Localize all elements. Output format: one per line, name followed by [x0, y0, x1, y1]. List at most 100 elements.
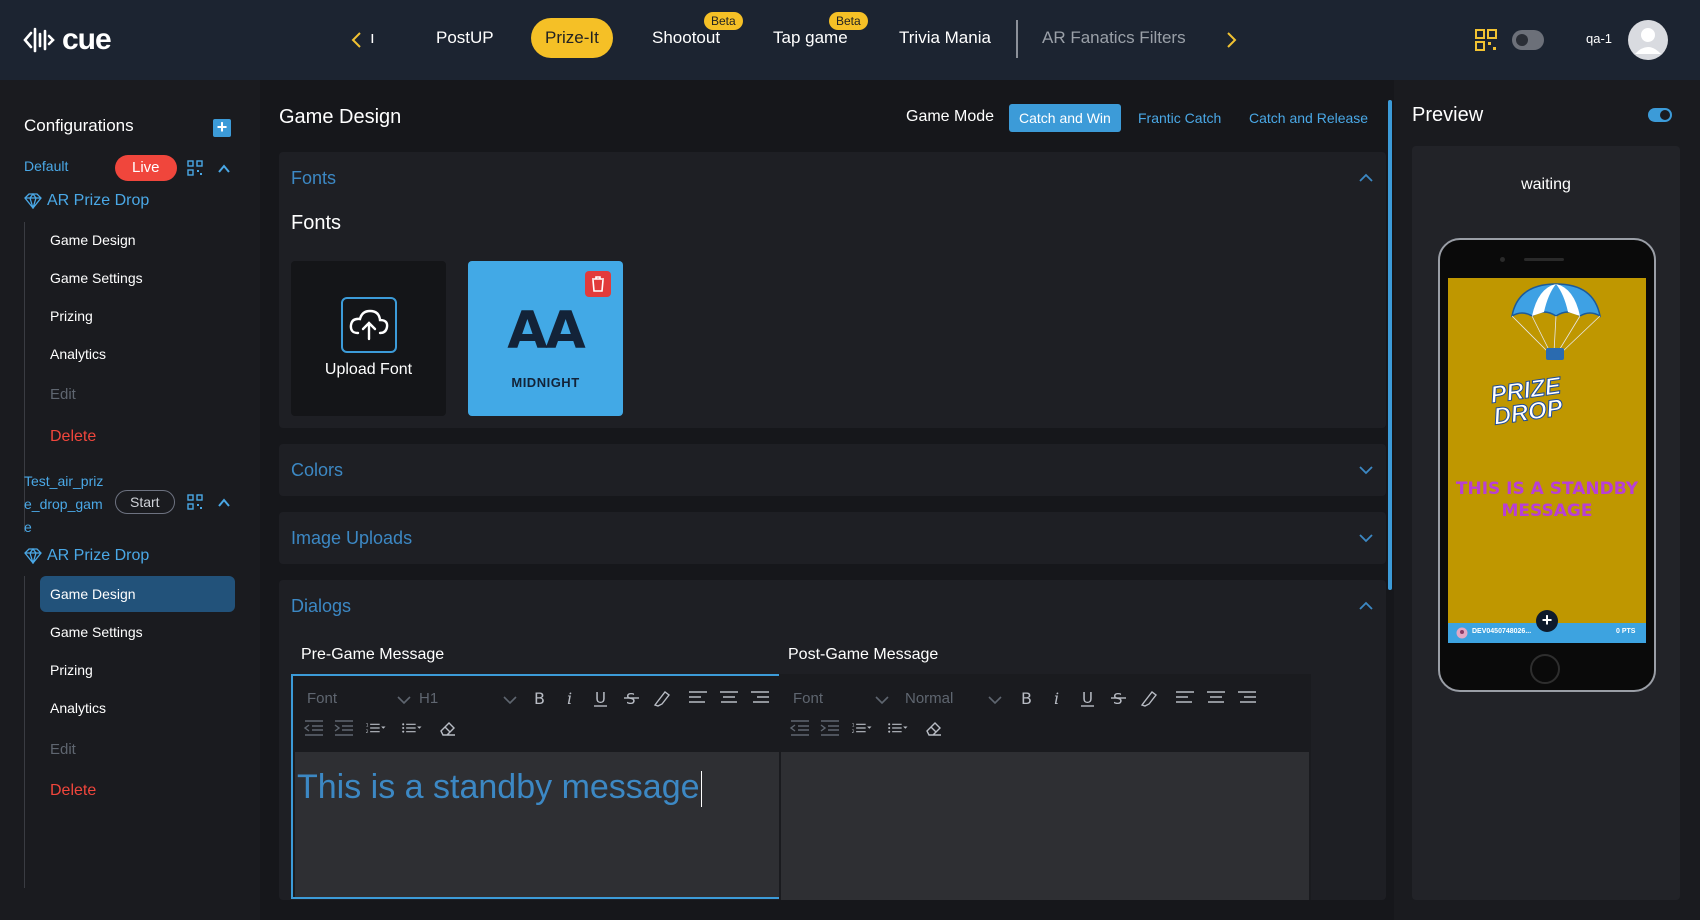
font-select[interactable]: Font — [793, 690, 823, 707]
bullet-list-icon[interactable] — [887, 718, 909, 738]
bold-icon[interactable]: B — [1015, 688, 1037, 708]
bold-icon[interactable]: B — [528, 688, 550, 708]
indent-icon[interactable] — [333, 718, 355, 738]
theme-toggle[interactable] — [1512, 30, 1544, 50]
chevron-up-icon[interactable] — [217, 162, 231, 176]
nav-item-prize-it[interactable]: Prize-It — [531, 18, 613, 58]
chevron-up-icon[interactable] — [1358, 170, 1374, 186]
outdent-icon[interactable] — [303, 718, 325, 738]
align-center-icon[interactable] — [1205, 688, 1227, 708]
align-right-icon[interactable] — [749, 688, 771, 708]
sidebar-item-game-design[interactable]: Game Design — [40, 222, 235, 258]
pre-game-message-body[interactable]: This is a standby message — [295, 752, 819, 897]
cue-logo[interactable]: cue — [22, 22, 112, 58]
sidebar-item-analytics[interactable]: Analytics — [40, 690, 235, 726]
qr-code-icon[interactable] — [187, 160, 203, 176]
chevron-down-icon[interactable] — [1358, 462, 1374, 478]
post-game-message-body[interactable] — [781, 752, 1309, 900]
qr-code-icon[interactable] — [1474, 28, 1498, 52]
chevron-down-icon[interactable] — [499, 690, 521, 710]
nav-item-postup[interactable]: PostUP — [422, 18, 508, 58]
nav-item-label: Tap game — [773, 28, 848, 47]
sidebar-item-game-settings[interactable]: Game Settings — [40, 614, 235, 650]
game-mode-catch-and-win[interactable]: Catch and Win — [1009, 104, 1121, 132]
configurations-title: Configurations — [24, 116, 134, 135]
nav-item-ar-fanatics-filters[interactable]: AR Fanatics Filters — [1028, 18, 1200, 58]
sidebar-item-analytics[interactable]: Analytics — [40, 336, 235, 372]
config-name-line: e — [24, 519, 32, 535]
status-badge-live[interactable]: Live — [115, 155, 177, 181]
sidebar-item-edit[interactable]: Edit — [40, 732, 235, 768]
pre-game-message-editor[interactable]: Font H1 B i U S 12 This is a standby mes… — [291, 674, 823, 899]
align-center-icon[interactable] — [718, 688, 740, 708]
italic-icon[interactable]: i — [1046, 688, 1068, 708]
strikethrough-icon[interactable]: S — [621, 688, 643, 708]
nav-next-button[interactable] — [1218, 26, 1246, 54]
italic-icon[interactable]: i — [559, 688, 581, 708]
fonts-panel-title[interactable]: Fonts — [291, 168, 336, 189]
strikethrough-icon[interactable]: S — [1108, 688, 1130, 708]
nav-item-partial[interactable]: ı — [364, 18, 381, 58]
image-uploads-panel[interactable]: Image Uploads — [279, 512, 1386, 564]
underline-icon[interactable]: U — [590, 688, 612, 708]
font-name: MIDNIGHT — [511, 375, 580, 390]
svg-text:2: 2 — [852, 729, 855, 735]
sidebar-item-game-design[interactable]: Game Design — [40, 576, 235, 612]
align-left-icon[interactable] — [687, 688, 709, 708]
main-scrollbar[interactable] — [1388, 100, 1392, 590]
chevron-down-icon[interactable] — [871, 690, 893, 710]
chevron-down-icon[interactable] — [1358, 530, 1374, 546]
nav-item-tap-game[interactable]: Tap game Beta — [759, 12, 868, 58]
config-name-line: e_drop_gam — [24, 496, 103, 512]
underline-icon[interactable]: U — [1077, 688, 1099, 708]
nav-item-trivia-mania[interactable]: Trivia Mania — [885, 18, 1005, 58]
highlighter-icon[interactable] — [651, 688, 673, 708]
sidebar-item-delete[interactable]: Delete — [40, 773, 235, 809]
config-name-default[interactable]: Default — [24, 155, 68, 178]
config-name-test[interactable]: Test_air_priz e_drop_gam e — [24, 470, 103, 539]
bullet-list-icon[interactable] — [401, 718, 423, 738]
chevron-down-icon[interactable] — [393, 690, 415, 710]
chevron-up-icon[interactable] — [1358, 598, 1374, 614]
indent-icon[interactable] — [819, 718, 841, 738]
style-select[interactable]: Normal — [905, 690, 953, 707]
sidebar-item-delete[interactable]: Delete — [40, 419, 235, 455]
sidebar-item-prizing[interactable]: Prizing — [40, 652, 235, 688]
start-button[interactable]: Start — [115, 490, 175, 514]
ordered-list-icon[interactable]: 12 — [365, 718, 387, 738]
outdent-icon[interactable] — [789, 718, 811, 738]
preview-toggle[interactable] — [1648, 108, 1672, 122]
game-mode-frantic-catch[interactable]: Frantic Catch — [1128, 104, 1231, 132]
sidebar-item-edit[interactable]: Edit — [40, 377, 235, 413]
image-uploads-panel-title[interactable]: Image Uploads — [291, 528, 412, 549]
ordered-list-icon[interactable]: 12 — [851, 718, 873, 738]
font-card-midnight[interactable]: AA MIDNIGHT — [468, 261, 623, 416]
add-configuration-button[interactable]: + — [213, 118, 231, 137]
dialogs-panel-title[interactable]: Dialogs — [291, 596, 351, 617]
heading-select[interactable]: H1 — [419, 690, 438, 707]
highlighter-icon[interactable] — [1138, 688, 1160, 708]
colors-panel-title[interactable]: Colors — [291, 460, 343, 481]
qr-code-icon[interactable] — [187, 494, 203, 510]
align-left-icon[interactable] — [1174, 688, 1196, 708]
font-select[interactable]: Font — [307, 690, 337, 707]
sidebar-item-prizing[interactable]: Prizing — [40, 298, 235, 334]
align-right-icon[interactable] — [1236, 688, 1258, 708]
upload-font-button[interactable]: Upload Font — [291, 261, 446, 416]
svg-text:B: B — [1021, 689, 1032, 708]
colors-panel[interactable]: Colors — [279, 444, 1386, 496]
game-mode-catch-and-release[interactable]: Catch and Release — [1239, 104, 1378, 132]
delete-font-button[interactable] — [585, 271, 611, 297]
chevron-down-icon[interactable] — [984, 690, 1006, 710]
svg-text:1: 1 — [852, 723, 855, 729]
nav-item-shootout[interactable]: Shootout Beta — [638, 12, 743, 58]
tree-line — [24, 576, 25, 888]
post-game-message-editor[interactable]: Font Normal B i U S 12 — [779, 674, 1311, 900]
avatar[interactable] — [1628, 20, 1668, 60]
nav-item-label: Shootout — [652, 28, 721, 47]
page-title: Game Design — [279, 106, 402, 128]
sidebar-item-game-settings[interactable]: Game Settings — [40, 260, 235, 296]
chevron-up-icon[interactable] — [217, 496, 231, 510]
eraser-icon[interactable] — [923, 718, 945, 738]
eraser-icon[interactable] — [437, 718, 459, 738]
